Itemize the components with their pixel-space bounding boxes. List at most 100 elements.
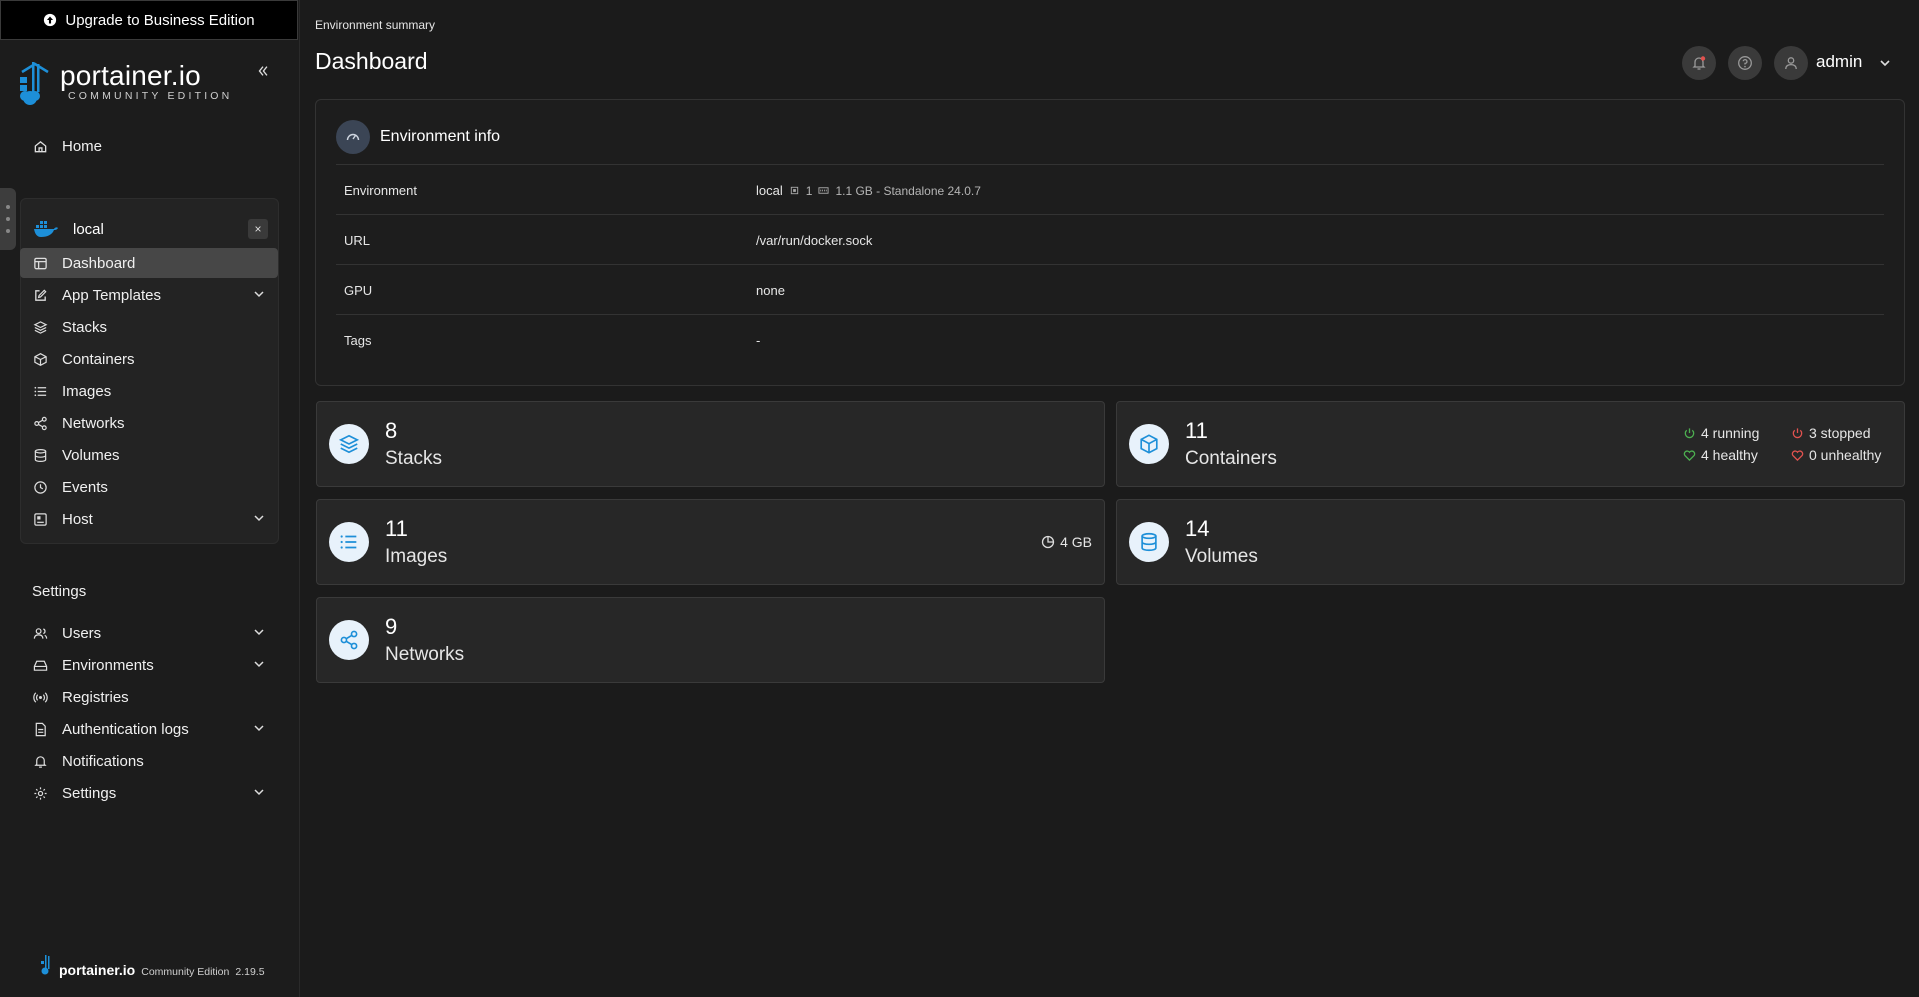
sidebar-item-label: Host (62, 510, 93, 528)
stopped-stat: 3 stopped (1791, 425, 1871, 441)
chevron-down-icon[interactable] (1878, 56, 1892, 70)
pie-chart-icon (1041, 535, 1055, 549)
notifications-button[interactable] (1682, 46, 1716, 80)
unhealthy-stat: 0 unhealthy (1791, 447, 1881, 463)
sidebar-item-dashboard[interactable]: Dashboard (20, 248, 278, 278)
sidebar-item-networks[interactable]: Networks (20, 408, 278, 438)
info-key: URL (344, 233, 371, 248)
sidebar-item-app-templates[interactable]: App Templates (20, 280, 278, 310)
sidebar-item-users[interactable]: Users (20, 618, 278, 648)
chevron-down-icon (254, 515, 264, 522)
networks-card[interactable]: 9 Networks (316, 597, 1105, 683)
page-title: Dashboard (315, 48, 428, 74)
sidebar-item-label: Settings (62, 784, 117, 802)
images-size: 4 GB (1041, 534, 1092, 550)
database-icon (32, 447, 48, 463)
sidebar-item-label: Events (62, 478, 108, 496)
sidebar-item-notifications[interactable]: Notifications (20, 746, 278, 776)
containers-label: Containers (1185, 448, 1277, 469)
user-avatar[interactable] (1774, 46, 1808, 80)
upgrade-button[interactable]: Upgrade to Business Edition (0, 0, 298, 40)
help-button[interactable] (1728, 46, 1762, 80)
user-menu-name[interactable]: admin (1816, 52, 1862, 72)
info-value: local 1 1.1 GB - Standalone 24.0.7 (756, 183, 981, 198)
sidebar-item-host[interactable]: Host (20, 504, 278, 534)
heart-icon (1791, 449, 1804, 461)
sidebar-item-containers[interactable]: Containers (20, 344, 278, 374)
user-icon (1785, 57, 1797, 70)
info-key: GPU (344, 283, 373, 298)
sidebar-item-volumes[interactable]: Volumes (20, 440, 278, 470)
healthy-count: 4 healthy (1701, 447, 1758, 463)
clock-icon (32, 479, 48, 495)
collapse-sidebar-button[interactable] (252, 62, 274, 84)
share-icon (32, 415, 48, 431)
stacks-label: Stacks (385, 448, 443, 469)
environment-value: local (756, 183, 783, 198)
sidebar-item-registries[interactable]: Registries (20, 682, 278, 712)
portainer-logo-icon (20, 62, 49, 105)
footer-version: 2.19.5 (235, 966, 265, 978)
sidebar-item-images[interactable]: Images (20, 376, 278, 406)
main-content: Environment summary Dashboard admin Envi… (300, 0, 1919, 997)
hard-drive-icon (32, 657, 48, 673)
bell-icon (32, 753, 48, 769)
info-row-gpu: GPU none (336, 264, 1884, 315)
upgrade-label: Upgrade to Business Edition (65, 11, 255, 29)
database-icon (1129, 522, 1169, 562)
sidebar-item-home[interactable]: Home (20, 131, 278, 161)
cpu-count: 1 (805, 183, 813, 198)
sidebar-item-label: Containers (62, 350, 135, 368)
brand-logo[interactable]: portainer.io COMMUNITY EDITION (18, 58, 278, 108)
file-text-icon (32, 721, 48, 737)
stacks-card[interactable]: 8 Stacks (316, 401, 1105, 487)
sidebar-item-label: Home (62, 137, 103, 155)
environment-header[interactable]: local × (33, 211, 268, 247)
info-value: /var/run/docker.sock (756, 233, 873, 248)
arrow-up-circle-icon (43, 13, 57, 27)
brand-edition: COMMUNITY EDITION (68, 90, 233, 102)
sidebar: Upgrade to Business Edition portainer.io… (0, 0, 300, 997)
sidebar-item-label: Stacks (62, 318, 108, 336)
chevron-down-icon (254, 629, 264, 636)
sidebar-item-stacks[interactable]: Stacks (20, 312, 278, 342)
sidebar-item-label: App Templates (62, 286, 161, 304)
sidebar-drag-handle[interactable] (0, 188, 16, 250)
sidebar-item-label: Networks (62, 414, 125, 432)
chevron-down-icon (254, 789, 264, 796)
breadcrumb: Environment summary (315, 18, 436, 32)
list-icon (32, 383, 48, 399)
sidebar-item-label: Volumes (62, 446, 120, 464)
dashboard-icon (32, 255, 48, 271)
settings-section-heading: Settings (32, 583, 87, 600)
brand-name: portainer.io (60, 60, 201, 91)
help-circle-icon (1738, 56, 1752, 70)
info-key: Tags (344, 333, 372, 348)
power-icon (1684, 427, 1695, 438)
layers-icon (32, 319, 48, 335)
volumes-count: 14 (1185, 516, 1210, 541)
layers-icon (329, 424, 369, 464)
containers-count: 11 (1185, 418, 1208, 443)
users-icon (32, 625, 48, 641)
images-card[interactable]: 11 Images 4 GB (316, 499, 1105, 585)
edit-icon (32, 287, 48, 303)
info-row-environment: Environment local 1 1.1 GB - Standalone … (336, 164, 1884, 215)
images-label: Images (385, 546, 448, 567)
sidebar-item-label: Environments (62, 656, 154, 674)
sidebar-item-events[interactable]: Events (20, 472, 278, 502)
volumes-card[interactable]: 14 Volumes (1116, 499, 1905, 585)
sidebar-item-environments[interactable]: Environments (20, 650, 278, 680)
networks-label: Networks (385, 644, 465, 665)
sidebar-item-authentication-logs[interactable]: Authentication logs (20, 714, 278, 744)
bell-icon (1692, 56, 1706, 70)
images-size-value: 4 GB (1060, 534, 1092, 550)
gear-icon (32, 785, 48, 801)
environment-info-header: Environment info (336, 120, 500, 154)
containers-card[interactable]: 11 Containers 4 running 3 stopped 4 heal… (1116, 401, 1905, 487)
gauge-icon (336, 120, 370, 154)
sidebar-item-settings[interactable]: Settings (20, 778, 278, 808)
close-environment-button[interactable]: × (248, 219, 268, 239)
docker-icon (34, 221, 58, 237)
chevron-down-icon (254, 725, 264, 732)
